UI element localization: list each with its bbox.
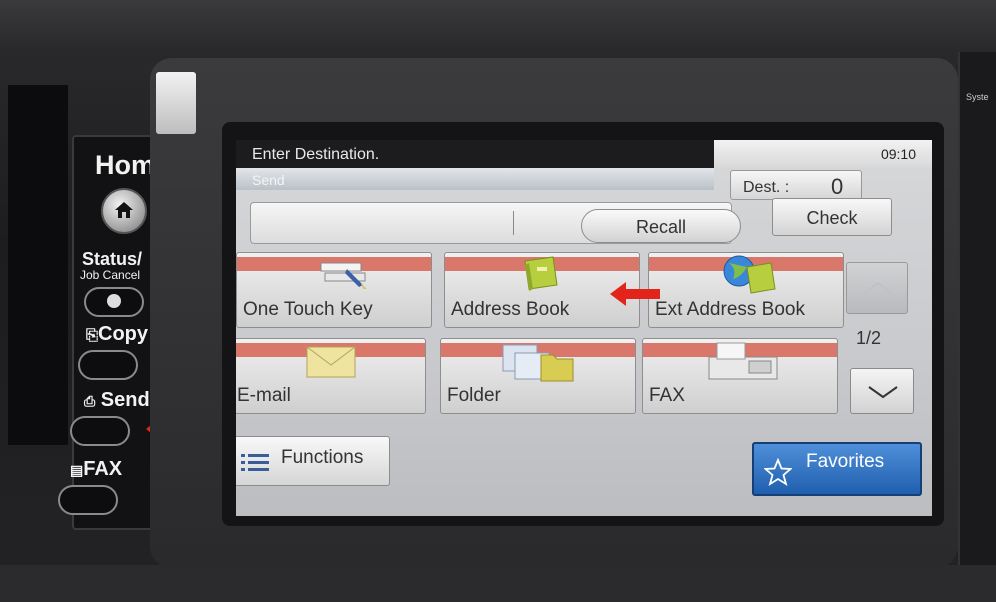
folder-icon	[502, 344, 574, 382]
screen-title: Enter Destination.	[236, 140, 714, 168]
tile-label: One Touch Key	[243, 299, 373, 320]
page-down-button[interactable]	[850, 368, 914, 414]
send-button[interactable]	[70, 416, 130, 446]
copy-icon: ⎘	[86, 327, 99, 344]
one-touch-key-icon	[320, 262, 367, 289]
panel-bottom-edge	[0, 565, 996, 602]
fax-icon: ▤	[70, 462, 84, 478]
dest-label: Dest. :	[743, 179, 790, 196]
right-panel-label: Syste	[966, 92, 989, 102]
panel-top-edge	[0, 0, 996, 48]
status-key-label: Status/	[82, 249, 143, 269]
globe-book-icon	[723, 255, 776, 294]
home-icon	[115, 202, 133, 218]
fax-key-label: ▤FAX	[70, 458, 122, 481]
fax-tile[interactable]: FAX	[642, 338, 838, 414]
clock-area: 09:10	[714, 140, 932, 168]
right-side-panel	[958, 52, 996, 572]
send-icon: ⎙	[84, 393, 96, 409]
annotation-arrow-address-book	[610, 282, 660, 306]
send-key-text: Send	[100, 389, 150, 411]
destination-field[interactable]: Recall	[250, 202, 741, 244]
printer-control-panel: Syste Home Status/ Job Cancel ⎘Copy ⎙ Se…	[0, 0, 996, 602]
tile-label: FAX	[649, 385, 685, 406]
functions-button[interactable]: Functions	[236, 436, 390, 486]
copy-key-label: ⎘Copy	[86, 323, 148, 346]
touch-screen: Enter Destination. 09:10 Send Dest. : 0 …	[236, 140, 932, 516]
email-tile[interactable]: E-mail	[236, 338, 426, 414]
job-cancel-label: Job Cancel	[80, 268, 141, 282]
star-icon	[764, 458, 792, 486]
check-button[interactable]: Check	[772, 198, 892, 236]
fax-key-text: FAX	[83, 458, 123, 480]
dest-count: 0	[831, 174, 844, 199]
list-icon	[241, 454, 269, 471]
ext-address-book-tile[interactable]: Ext Address Book	[648, 252, 844, 328]
tile-label: Address Book	[451, 299, 570, 320]
copy-key-text: Copy	[98, 323, 149, 345]
copy-button[interactable]	[78, 350, 138, 380]
functions-label: Functions	[281, 447, 364, 468]
status-icon	[107, 294, 121, 308]
favorites-label: Favorites	[806, 451, 885, 472]
tile-label: Folder	[447, 385, 501, 406]
chevron-up-icon	[864, 281, 892, 294]
chevron-down-icon	[868, 386, 898, 399]
page-indicator: 1/2	[856, 328, 882, 348]
one-touch-key-tile[interactable]: One Touch Key	[236, 252, 432, 328]
mode-label: Send	[236, 168, 714, 190]
send-key-label: ⎙ Send	[84, 389, 150, 412]
field-divider	[513, 211, 514, 235]
status-job-cancel-button[interactable]	[84, 287, 144, 317]
page-up-button[interactable]	[846, 262, 908, 314]
folder-tile[interactable]: Folder	[440, 338, 636, 414]
favorites-button[interactable]: Favorites	[752, 442, 922, 496]
home-button[interactable]	[101, 188, 147, 234]
panel-latch	[156, 72, 196, 134]
tile-label: Ext Address Book	[655, 299, 805, 320]
fax-button[interactable]	[58, 485, 118, 515]
recall-button[interactable]: Recall	[581, 209, 741, 243]
destination-counter: Dest. : 0	[730, 170, 862, 200]
fax-machine-icon	[708, 342, 778, 380]
envelope-icon	[306, 346, 356, 378]
clock: 09:10	[880, 146, 916, 162]
left-recess	[8, 85, 68, 445]
tile-label: E-mail	[237, 385, 291, 406]
address-book-icon	[524, 256, 558, 291]
